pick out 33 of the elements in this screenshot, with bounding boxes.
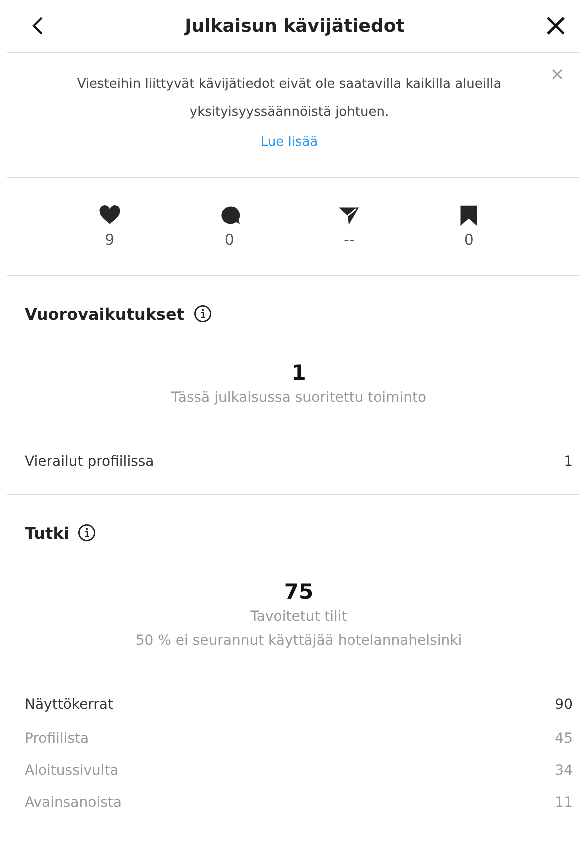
metric-value: 34 <box>555 763 573 779</box>
summary-caption: 50 % ei seurannut käyttäjää hotelannahelsinki <box>136 632 462 651</box>
stat-count: -- <box>344 230 355 248</box>
summary-caption: Tässä julkaisussa suoritettu toiminto <box>171 389 427 408</box>
summary-caption: Tavoitetut tilit <box>250 608 348 627</box>
dismiss-button[interactable] <box>552 69 563 80</box>
section-title: Vuorovaikutukset <box>25 304 185 324</box>
info-icon[interactable] <box>78 524 96 542</box>
back-icon <box>32 16 44 36</box>
metric-value: 45 <box>555 731 573 747</box>
close-icon <box>552 69 563 80</box>
bookmark-icon <box>458 204 480 226</box>
metric-label: Avainsanoista <box>25 795 122 811</box>
metric-value: 1 <box>564 454 573 470</box>
metric-value: 11 <box>555 795 573 811</box>
metric-label: Aloitussivulta <box>25 763 119 779</box>
notice-text: Viesteihin liittyvät kävijätiedot eivät ole saatavilla kaikilla alueilla yksityisyyssäännöistä johtuen. <box>76 76 503 122</box>
speech-bubble-icon <box>218 204 241 226</box>
metric-label: Näyttökerrat <box>25 697 114 713</box>
stat-count: 9 <box>105 230 115 248</box>
metric-value: 90 <box>555 697 573 713</box>
info-icon[interactable] <box>194 305 212 323</box>
summary-value: 1 <box>292 360 306 386</box>
learn-more-link[interactable]: Lue lisää <box>260 135 318 150</box>
stat-count: 0 <box>464 230 474 248</box>
stat-count: 0 <box>224 230 234 248</box>
window-title: Julkaisun kävijätiedot <box>185 16 405 36</box>
heart-icon <box>98 204 121 226</box>
metric-label: Profiilista <box>25 731 90 747</box>
section-title: Tutki <box>25 524 70 542</box>
summary-value: 75 <box>284 579 314 605</box>
close-icon <box>546 16 566 36</box>
metric-label: Vierailut profiilissa <box>25 454 154 470</box>
